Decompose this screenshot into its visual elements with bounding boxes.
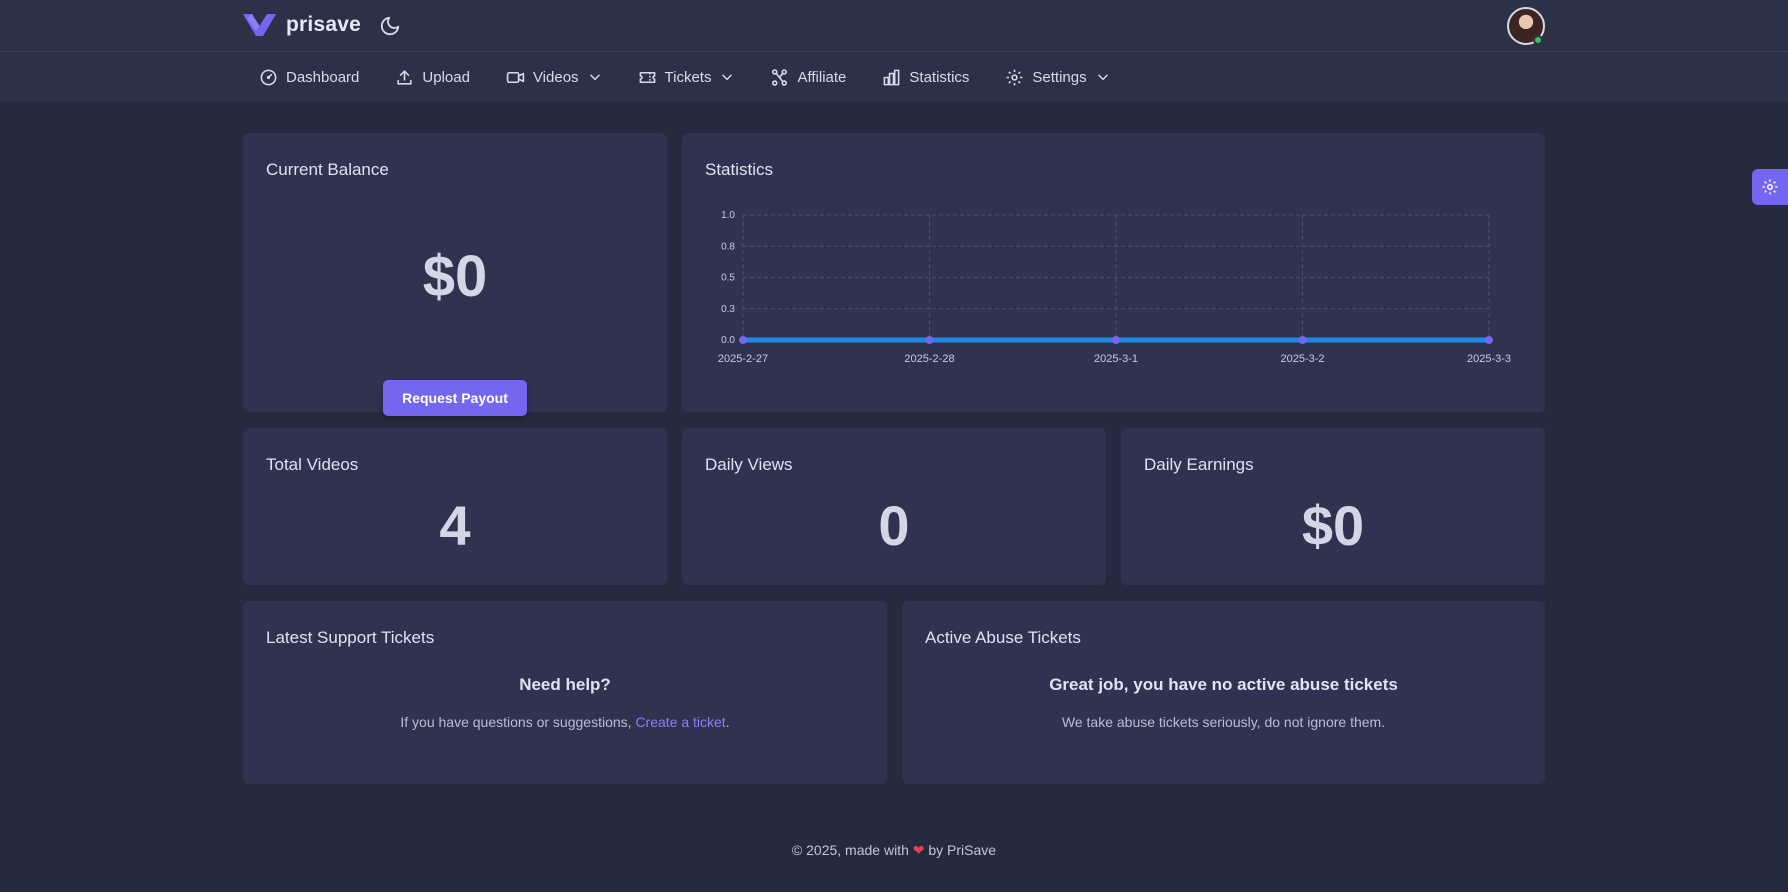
nav-upload[interactable]: Upload <box>395 68 470 87</box>
nav-tickets-label: Tickets <box>664 68 712 86</box>
data-point <box>1485 336 1493 344</box>
moon-icon[interactable] <box>379 15 401 37</box>
x-tick-label: 2025-3-3 <box>1467 353 1511 365</box>
footer: © 2025, made with ❤ by PriSave <box>0 842 1788 859</box>
nav-upload-label: Upload <box>422 68 470 86</box>
request-payout-button[interactable]: Request Payout <box>383 380 527 416</box>
daily-views-value: 0 <box>878 494 910 557</box>
abuse-tickets-title: Active Abuse Tickets <box>925 628 1081 647</box>
x-tick-label: 2025-2-27 <box>718 353 768 365</box>
nav-dashboard-label: Dashboard <box>286 68 360 86</box>
nav-tickets[interactable]: Tickets <box>638 68 735 87</box>
data-point <box>739 336 747 344</box>
nav-dashboard[interactable]: Dashboard <box>259 68 359 87</box>
data-point <box>925 336 934 344</box>
daily-views-card: Daily Views 0 <box>682 428 1106 585</box>
chevron-down-icon <box>1097 74 1108 81</box>
y-tick-label: 0.3 <box>721 304 735 315</box>
y-tick-label: 1.0 <box>721 210 735 221</box>
nav-affiliate-label: Affiliate <box>797 68 847 86</box>
y-tick-label: 0.5 <box>721 273 735 284</box>
abuse-tickets-card: Active Abuse Tickets Great job, you have… <box>902 601 1545 784</box>
nav-statistics[interactable]: Statistics <box>882 68 969 87</box>
support-tickets-card: Latest Support Tickets Need help? If you… <box>243 601 887 784</box>
footer-suffix: by PriSave <box>924 842 997 858</box>
daily-views-title: Daily Views <box>705 455 793 474</box>
brand-logo-icon <box>243 14 276 36</box>
gear-icon <box>1007 69 1023 85</box>
bar-chart-icon <box>883 69 900 85</box>
online-status-dot <box>1533 35 1543 45</box>
affiliate-icon <box>772 68 788 86</box>
support-text: If you have questions or suggestions, Cr… <box>243 714 887 730</box>
main-navigation: Dashboard Upload Videos Tickets Affiliat… <box>0 52 1788 102</box>
brand[interactable]: prisave <box>243 12 361 38</box>
heart-icon: ❤ <box>912 842 925 858</box>
statistics-chart: 0.0 0.3 0.5 0.8 1.0 2025-2-27 2025-2-28 2025-3-… <box>718 210 1511 365</box>
create-ticket-link[interactable]: Create a ticket <box>635 714 725 730</box>
x-tick-label: 2025-2-28 <box>904 353 954 365</box>
upload-icon <box>397 69 413 85</box>
support-heading: Need help? <box>519 675 611 694</box>
brand-name: prisave <box>286 13 361 36</box>
current-balance-title: Current Balance <box>266 160 389 179</box>
speedometer-icon <box>260 69 277 85</box>
support-text-body: If you have questions or suggestions, <box>400 714 636 730</box>
y-tick-label: 0.8 <box>721 241 735 252</box>
abuse-text: We take abuse tickets seriously, do not … <box>1061 714 1386 730</box>
current-balance-value: $0 <box>422 244 488 309</box>
daily-earnings-card: Daily Earnings $0 <box>1121 428 1545 585</box>
y-tick-label: 0.0 <box>721 335 735 346</box>
total-videos-card: Total Videos 4 <box>243 428 667 585</box>
nav-statistics-label: Statistics <box>909 68 970 86</box>
nav-affiliate[interactable]: Affiliate <box>770 68 846 87</box>
gear-icon <box>1762 179 1778 195</box>
chevron-down-icon <box>589 74 600 81</box>
daily-earnings-value: $0 <box>1301 494 1365 557</box>
footer-prefix: © 2025, made with <box>791 842 913 858</box>
data-point <box>1112 336 1120 344</box>
top-bar: prisave <box>0 0 1788 52</box>
video-icon <box>506 71 525 83</box>
total-videos-value: 4 <box>439 494 471 557</box>
x-tick-label: 2025-3-1 <box>1094 353 1138 365</box>
ticket-icon <box>639 71 655 83</box>
support-text-end: . <box>725 714 730 730</box>
nav-settings[interactable]: Settings <box>1005 68 1109 87</box>
chevron-down-icon <box>722 74 733 81</box>
x-tick-label: 2025-3-2 <box>1280 353 1324 365</box>
abuse-heading: Great job, you have no active abuse tick… <box>1049 675 1398 694</box>
statistics-card: Statistics 0.0 0.3 0.5 0.8 1.0 2025-2-27 2025-… <box>682 133 1545 412</box>
total-videos-title: Total Videos <box>266 455 359 474</box>
current-balance-card: Current Balance $0 <box>243 133 667 412</box>
support-tickets-title: Latest Support Tickets <box>266 628 435 647</box>
nav-videos-label: Videos <box>532 68 579 86</box>
data-point <box>1298 336 1307 344</box>
nav-videos[interactable]: Videos <box>506 68 602 87</box>
customizer-toggle-button[interactable] <box>1752 169 1788 205</box>
nav-settings-label: Settings <box>1032 68 1087 86</box>
daily-earnings-title: Daily Earnings <box>1144 455 1254 474</box>
